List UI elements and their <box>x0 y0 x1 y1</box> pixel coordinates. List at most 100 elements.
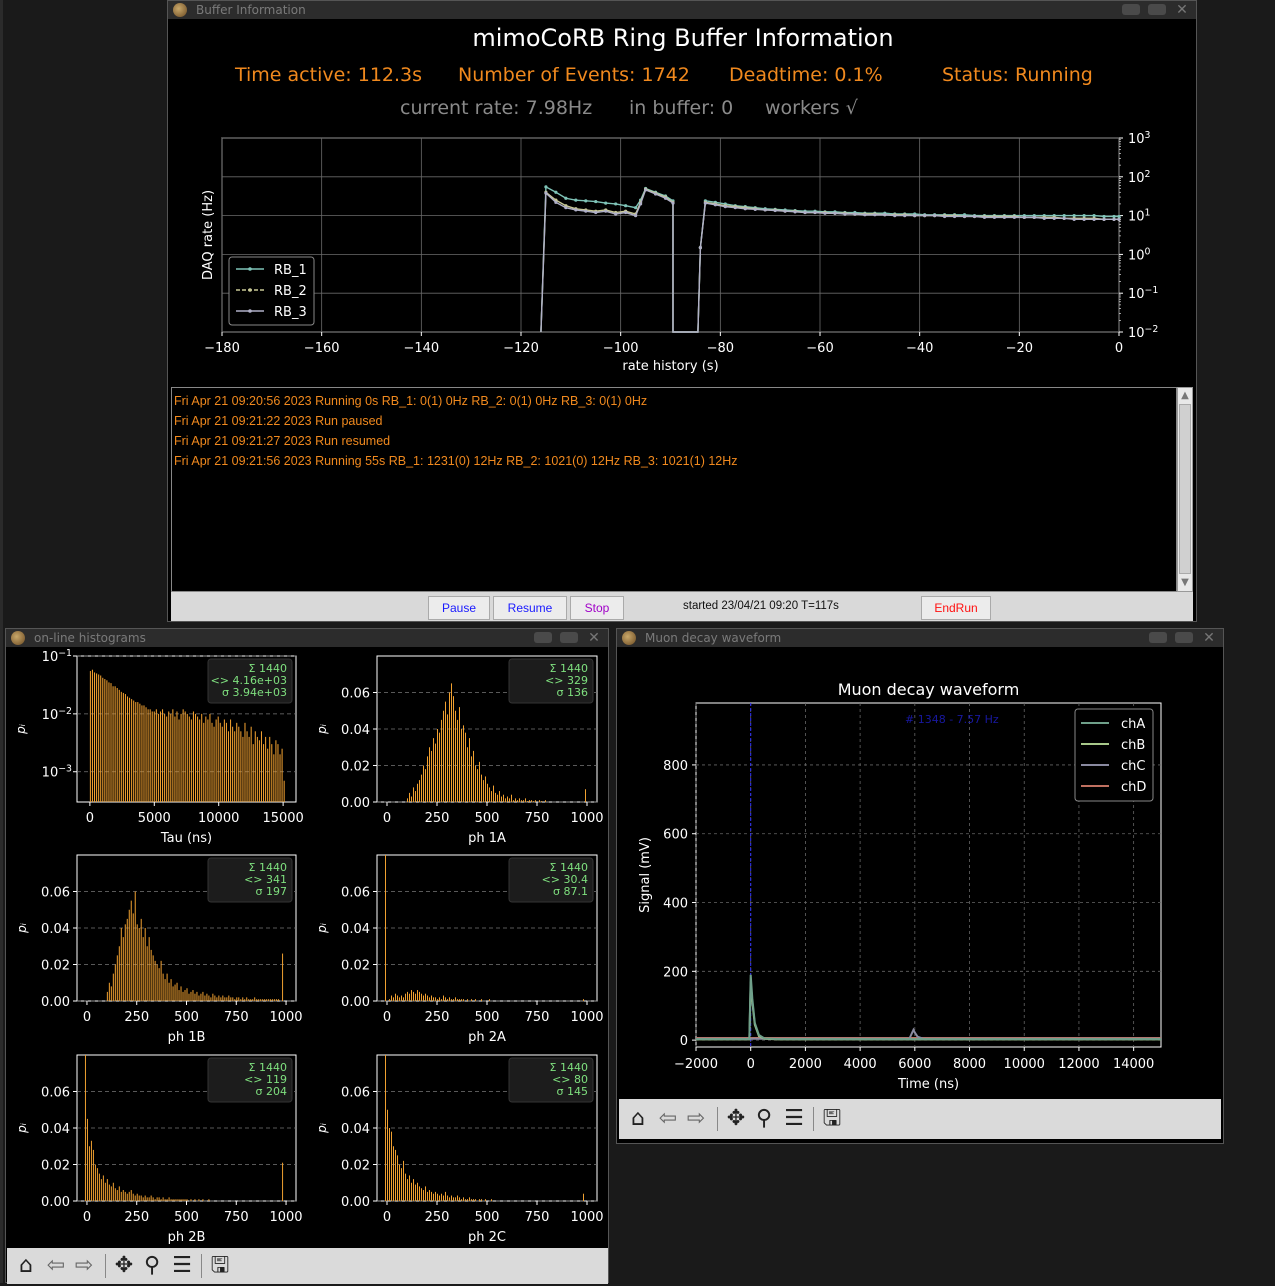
y-tick-label: 0.00 <box>341 995 370 1010</box>
histogram-bar <box>499 791 500 802</box>
scroll-thumb[interactable] <box>1179 404 1191 574</box>
histogram-bar <box>435 1191 436 1201</box>
histogram-bar <box>110 1186 112 1201</box>
histogram-panel-h_ph2B: 0.00 0.02 0.04 0.06 0 250 500 750 1000 ph 2B pᵢ Σ 1… <box>15 1054 303 1245</box>
save-icon[interactable]: 🖫 <box>207 1246 233 1286</box>
data-point <box>942 214 947 219</box>
histogram-bar <box>397 995 398 1001</box>
histogram-bar <box>200 993 202 1001</box>
stats-box: Σ 1440<> 341σ 197 <box>207 857 293 903</box>
log-scrollbar[interactable]: ▲ ▼ <box>1177 387 1193 592</box>
histogram-bar <box>435 997 436 1001</box>
histogram-bar <box>210 997 212 1001</box>
histogram-bar <box>523 800 524 802</box>
data-point <box>698 245 703 250</box>
histogram-bar <box>447 714 448 802</box>
histogram-window-titlebar[interactable]: on-line histograms ✕ <box>6 629 608 647</box>
histogram-bar <box>168 711 170 802</box>
histogram-bar <box>471 999 472 1001</box>
histogram-bar <box>519 798 520 802</box>
data-point <box>982 215 987 219</box>
histogram-bar <box>407 798 408 802</box>
back-icon[interactable]: ⇦ <box>655 1099 681 1139</box>
x-axis-label: ph 2C <box>468 1230 506 1245</box>
tick-label: 103 <box>1128 130 1151 147</box>
scroll-down-arrow[interactable]: ▼ <box>1179 576 1191 590</box>
data-point <box>1002 215 1006 219</box>
pan-icon[interactable]: ✥ <box>723 1099 749 1139</box>
histogram-bar <box>180 1199 182 1201</box>
histogram-bar <box>449 692 450 802</box>
data-point <box>933 214 937 218</box>
histogram-bar <box>421 993 422 1001</box>
minimize-button[interactable] <box>1122 4 1140 15</box>
zoom-icon[interactable]: ⚲ <box>139 1246 165 1286</box>
endrun-button[interactable]: EndRun <box>921 596 991 620</box>
waveform-window-titlebar[interactable]: Muon decay waveform ✕ <box>617 629 1223 647</box>
histogram-bar <box>501 796 502 802</box>
histogram-bar <box>188 716 190 802</box>
zoom-icon[interactable]: ⚲ <box>751 1099 777 1139</box>
histogram-bar <box>473 1199 474 1201</box>
histogram-bar <box>124 694 126 802</box>
buffer-window-titlebar[interactable]: Buffer Information ✕ <box>168 1 1196 19</box>
histogram-bar <box>140 1195 142 1201</box>
legend-marker <box>248 288 252 292</box>
histogram-bar <box>108 1184 110 1201</box>
histogram-bar <box>134 1195 136 1201</box>
data-point <box>604 209 608 213</box>
maximize-button[interactable] <box>1175 632 1193 643</box>
forward-icon[interactable]: ⇨ <box>683 1099 709 1139</box>
data-point <box>713 203 717 207</box>
histogram-bar <box>204 995 206 1001</box>
scroll-up-arrow[interactable]: ▲ <box>1179 389 1191 403</box>
pan-icon[interactable]: ✥ <box>111 1246 137 1286</box>
maximize-button[interactable] <box>1148 4 1166 15</box>
tick-label: 101 <box>1128 208 1151 225</box>
configure-icon[interactable]: ☰ <box>169 1246 195 1286</box>
data-point <box>1102 214 1106 219</box>
forward-icon[interactable]: ⇨ <box>71 1246 97 1286</box>
histogram-bar <box>489 787 490 802</box>
close-icon[interactable]: ✕ <box>1174 2 1190 18</box>
y-tick-label: 600 <box>663 828 688 843</box>
pause-button[interactable]: Pause <box>428 596 490 620</box>
data-point <box>833 211 837 215</box>
resume-button[interactable]: Resume <box>493 596 567 620</box>
close-icon[interactable]: ✕ <box>1201 630 1217 646</box>
histogram-bar <box>96 673 98 802</box>
histogram-bar <box>497 794 498 802</box>
home-icon[interactable]: ⌂ <box>625 1099 651 1139</box>
histogram-bar <box>156 1197 158 1201</box>
histogram-bar <box>90 1140 92 1201</box>
configure-icon[interactable]: ☰ <box>781 1099 807 1139</box>
histogram-bar <box>114 686 116 802</box>
histogram-bar <box>459 707 460 802</box>
histogram-bar <box>475 1199 476 1201</box>
histogram-bar <box>427 1191 428 1201</box>
maximize-button[interactable] <box>560 632 578 643</box>
data-point <box>1112 217 1116 221</box>
stop-button[interactable]: Stop <box>570 596 624 620</box>
histogram-bar <box>176 982 178 1001</box>
histogram-bar <box>541 801 542 802</box>
histogram-bar <box>152 1197 154 1201</box>
histogram-bar <box>447 1195 448 1201</box>
histogram-bar <box>162 709 164 802</box>
y-axis-label: pᵢ <box>15 1123 29 1134</box>
histogram-bar <box>265 736 267 802</box>
legend: chA chB chC chD <box>1074 708 1154 802</box>
histogram-bar <box>389 999 390 1001</box>
histogram-bar <box>202 991 204 1001</box>
histogram-bar <box>250 999 252 1001</box>
home-icon[interactable]: ⌂ <box>13 1246 39 1286</box>
minimize-button[interactable] <box>534 632 552 643</box>
data-point <box>992 215 997 219</box>
back-icon[interactable]: ⇦ <box>43 1246 69 1286</box>
histogram-bar <box>104 1182 106 1201</box>
tick-label: 10−2 <box>42 706 72 723</box>
save-icon[interactable]: 🖫 <box>819 1099 845 1139</box>
histogram-bar <box>419 991 420 1001</box>
minimize-button[interactable] <box>1149 632 1167 643</box>
close-icon[interactable]: ✕ <box>586 630 602 646</box>
